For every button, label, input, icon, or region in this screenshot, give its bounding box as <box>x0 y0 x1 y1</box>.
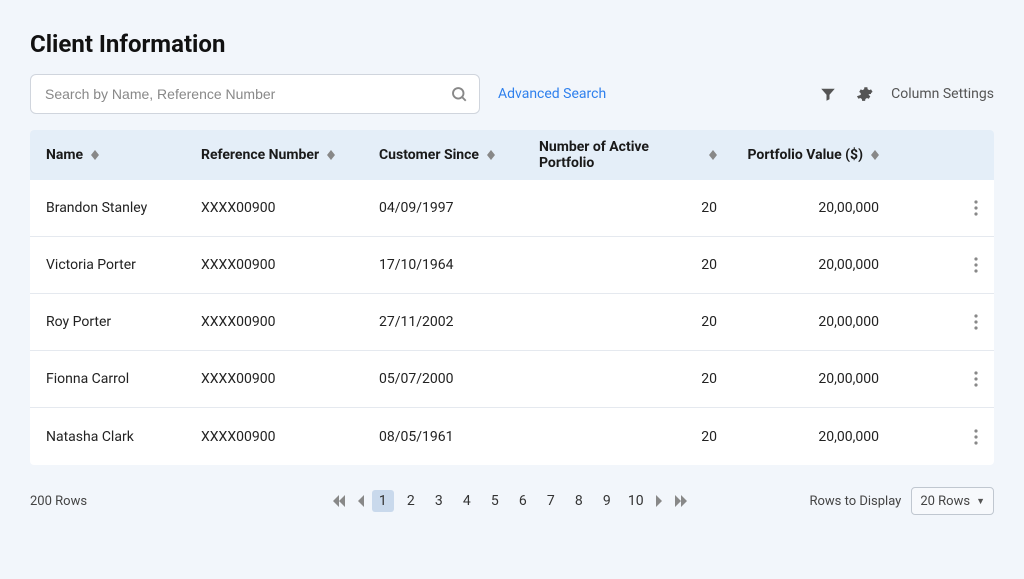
advanced-search-link[interactable]: Advanced Search <box>498 86 606 102</box>
sort-icon <box>487 150 495 160</box>
cell-active: 20 <box>539 429 729 445</box>
more-icon[interactable] <box>974 371 978 387</box>
cell-value: 20,00,000 <box>729 200 909 216</box>
search-icon[interactable] <box>450 85 468 103</box>
cell-reference: XXXX00900 <box>201 257 379 273</box>
column-header-label: Number of Active Portfolio <box>539 139 701 171</box>
cell-active: 20 <box>539 257 729 273</box>
cell-since: 04/09/1997 <box>379 200 539 216</box>
cell-since: 17/10/1964 <box>379 257 539 273</box>
more-icon[interactable] <box>974 314 978 330</box>
next-page-icon[interactable] <box>654 495 666 507</box>
gear-icon[interactable] <box>855 85 873 103</box>
column-header-since[interactable]: Customer Since <box>379 147 539 163</box>
filter-icon[interactable] <box>819 85 837 103</box>
search-input[interactable] <box>30 74 480 114</box>
cell-name: Natasha Clark <box>46 429 201 445</box>
column-header-label: Name <box>46 147 83 163</box>
cell-value: 20,00,000 <box>729 314 909 330</box>
cell-name: Roy Porter <box>46 314 201 330</box>
cell-value: 20,00,000 <box>729 371 909 387</box>
page-button[interactable]: 2 <box>400 490 422 512</box>
client-table: Name Reference Number Customer Since <box>30 130 994 465</box>
cell-name: Victoria Porter <box>46 257 201 273</box>
page-button[interactable]: 6 <box>512 490 534 512</box>
page-button[interactable]: 7 <box>540 490 562 512</box>
cell-value: 20,00,000 <box>729 429 909 445</box>
cell-reference: XXXX00900 <box>201 314 379 330</box>
column-settings-link[interactable]: Column Settings <box>891 86 994 102</box>
column-header-label: Customer Since <box>379 147 479 163</box>
cell-reference: XXXX00900 <box>201 429 379 445</box>
rows-display: Rows to Display 20 Rows ▼ <box>809 487 994 515</box>
chevron-down-icon: ▼ <box>976 496 985 507</box>
rows-per-page-select[interactable]: 20 Rows ▼ <box>911 487 994 515</box>
table-header: Name Reference Number Customer Since <box>30 130 994 180</box>
rows-to-display-label: Rows to Display <box>809 494 901 509</box>
toolbar: Advanced Search Column Settings <box>30 74 994 114</box>
rows-count: 200 Rows <box>30 494 210 509</box>
page-button[interactable]: 5 <box>484 490 506 512</box>
cell-since: 08/05/1961 <box>379 429 539 445</box>
page-button[interactable]: 3 <box>428 490 450 512</box>
table-row: Victoria Porter XXXX00900 17/10/1964 20 … <box>30 237 994 294</box>
cell-name: Fionna Carrol <box>46 371 201 387</box>
cell-since: 27/11/2002 <box>379 314 539 330</box>
page-button[interactable]: 9 <box>596 490 618 512</box>
column-header-reference[interactable]: Reference Number <box>201 147 379 163</box>
cell-reference: XXXX00900 <box>201 200 379 216</box>
table-footer: 200 Rows 1 2 3 4 5 6 7 8 9 10 Rows to Di… <box>30 487 994 515</box>
more-icon[interactable] <box>974 429 978 445</box>
last-page-icon[interactable] <box>672 495 690 507</box>
sort-icon <box>327 150 335 160</box>
sort-icon <box>871 150 879 160</box>
sort-icon <box>91 150 99 160</box>
cell-active: 20 <box>539 371 729 387</box>
table-row: Roy Porter XXXX00900 27/11/2002 20 20,00… <box>30 294 994 351</box>
rows-per-page-value: 20 Rows <box>920 494 970 509</box>
cell-value: 20,00,000 <box>729 257 909 273</box>
more-icon[interactable] <box>974 257 978 273</box>
sort-icon <box>709 150 717 160</box>
cell-name: Brandon Stanley <box>46 200 201 216</box>
table-body: Brandon Stanley XXXX00900 04/09/1997 20 … <box>30 180 994 465</box>
pagination: 1 2 3 4 5 6 7 8 9 10 <box>210 490 809 512</box>
cell-active: 20 <box>539 200 729 216</box>
prev-page-icon[interactable] <box>354 495 366 507</box>
table-row: Brandon Stanley XXXX00900 04/09/1997 20 … <box>30 180 994 237</box>
column-header-label: Portfolio Value ($) <box>748 147 864 163</box>
search-wrapper <box>30 74 480 114</box>
table-row: Natasha Clark XXXX00900 08/05/1961 20 20… <box>30 408 994 465</box>
table-row: Fionna Carrol XXXX00900 05/07/2000 20 20… <box>30 351 994 408</box>
page-button[interactable]: 10 <box>624 490 648 512</box>
column-header-portfolio-value[interactable]: Portfolio Value ($) <box>729 147 909 163</box>
page-button[interactable]: 8 <box>568 490 590 512</box>
cell-since: 05/07/2000 <box>379 371 539 387</box>
column-header-name[interactable]: Name <box>46 147 201 163</box>
first-page-icon[interactable] <box>330 495 348 507</box>
page-button[interactable]: 4 <box>456 490 478 512</box>
page-title: Client Information <box>30 30 994 58</box>
column-header-label: Reference Number <box>201 147 319 163</box>
cell-reference: XXXX00900 <box>201 371 379 387</box>
column-header-active-portfolio[interactable]: Number of Active Portfolio <box>539 139 729 171</box>
page-button[interactable]: 1 <box>372 490 394 512</box>
more-icon[interactable] <box>974 200 978 216</box>
cell-active: 20 <box>539 314 729 330</box>
